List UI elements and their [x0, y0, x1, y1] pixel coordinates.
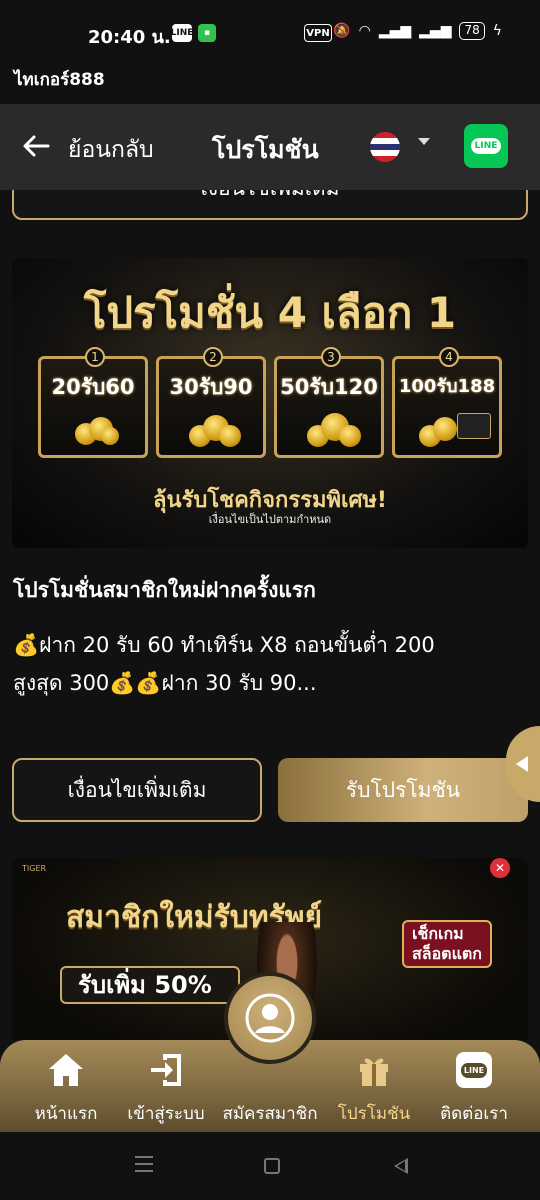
- nav-login[interactable]: เข้าสู่ระบบ: [112, 1050, 220, 1127]
- system-back-icon[interactable]: [394, 1158, 408, 1174]
- option-label: 30รับ90: [169, 375, 253, 399]
- coins-icon: [307, 413, 361, 447]
- login-icon: [112, 1050, 220, 1090]
- promo-option: 1 20รับ60: [38, 347, 148, 458]
- promo-option: 2 30รับ90: [156, 347, 266, 458]
- nav-promotion[interactable]: โปรโมชัน: [320, 1050, 428, 1127]
- promo-banner-4-choose-1[interactable]: โปรโมชั่น 4 เลือก 1 1 20รับ60 2 30รับ90 …: [12, 258, 528, 548]
- coins-icon: [189, 413, 241, 447]
- banner1-title: โปรโมชั่น 4 เลือก 1: [83, 288, 457, 337]
- signal-icon: ▂▄▆: [378, 23, 412, 39]
- line-icon-label: LINE: [460, 1062, 488, 1078]
- option-number: 2: [203, 347, 223, 367]
- promo-description: 💰ฝาก 20 รับ 60 ทำเทิร์น X8 ถอนขั้นต่ำ 20…: [13, 626, 513, 702]
- tiger-logo: TIGER: [22, 864, 47, 873]
- status-icons: 🔕 ◠ ▂▄▆ ▂▄▆ 78 ϟ: [333, 22, 502, 40]
- message-notification-icon: ▪: [198, 24, 216, 42]
- promo-option: 3 50รับ120: [274, 347, 384, 458]
- close-icon[interactable]: ✕: [490, 858, 510, 878]
- status-time: 20:40 น.: [88, 27, 171, 48]
- top-conditions-button[interactable]: เงื่อนไขเพิ่มเติม: [12, 190, 528, 220]
- gift-icon: [320, 1050, 428, 1090]
- register-avatar-button[interactable]: [224, 972, 316, 1064]
- promo-title: โปรโมชั่นสมาชิกใหม่ฝากครั้งแรก: [13, 578, 316, 602]
- status-bar: 20:40 น. LINE ▪ VPN 🔕 ◠ ▂▄▆ ▂▄▆ 78 ϟ: [0, 0, 540, 62]
- promo-desc-line-2: สูงสุด 300💰💰ฝาก 30 รับ 90...: [13, 671, 317, 695]
- option-label: 50รับ120: [280, 375, 378, 399]
- recent-apps-icon[interactable]: [135, 1156, 153, 1177]
- wifi-icon: ◠: [358, 23, 371, 39]
- option-number: 1: [85, 347, 105, 367]
- home-button-icon[interactable]: [264, 1158, 280, 1174]
- page-header: ย้อนกลับ โปรโมชัน LINE: [0, 104, 540, 190]
- nav-contact-label: ติดต่อเรา: [440, 1104, 508, 1124]
- promo-content: เงื่อนไขเพิ่มเติม โปรโมชั่น 4 เลือก 1 1 …: [0, 190, 540, 1040]
- option-label: 100รับ188: [398, 376, 496, 397]
- avatar-icon: [245, 993, 295, 1043]
- home-icon: [12, 1050, 120, 1090]
- nav-register-label: สมัครสมาชิก: [222, 1104, 318, 1124]
- promo-option: 4 100รับ188: [392, 347, 502, 458]
- charging-icon: ϟ: [492, 23, 502, 39]
- option-label: 20รับ60: [51, 375, 135, 399]
- nav-promotion-label: โปรโมชัน: [337, 1104, 411, 1124]
- claim-promo-button[interactable]: รับโปรโมชัน: [278, 758, 528, 822]
- conditions-button[interactable]: เงื่อนไขเพิ่มเติม: [12, 758, 262, 822]
- nav-home-label: หน้าแรก: [34, 1104, 98, 1124]
- mute-icon: 🔕: [333, 23, 351, 39]
- promo-desc-line-1: 💰ฝาก 20 รับ 60 ทำเทิร์น X8 ถอนขั้นต่ำ 20…: [13, 633, 435, 657]
- system-nav-bar: [0, 1132, 540, 1200]
- nav-home[interactable]: หน้าแรก: [12, 1050, 120, 1127]
- line-badge-label: LINE: [470, 138, 502, 154]
- banner1-small-text: เงื่อนไขเป็นไปตามกำหนด: [208, 513, 332, 526]
- thai-flag-icon[interactable]: [370, 132, 400, 162]
- line-notification-icon: LINE: [171, 24, 193, 42]
- site-title: ไทเกอร์888: [14, 70, 105, 90]
- signal-icon-2: ▂▄▆: [419, 23, 452, 39]
- line-icon: LINE: [420, 1050, 528, 1090]
- coins-icon: [71, 413, 121, 447]
- option-number: 4: [439, 347, 459, 367]
- nav-contact[interactable]: LINE ติดต่อเรา: [420, 1050, 528, 1127]
- nav-login-label: เข้าสู่ระบบ: [127, 1104, 205, 1124]
- back-arrow-icon[interactable]: [20, 130, 52, 162]
- slot-check-badge: เช็กเกม สล็อตแตก: [402, 920, 492, 968]
- slot-badge-line-1: เช็กเกม: [412, 924, 464, 943]
- coins-icon: [419, 413, 491, 447]
- vpn-icon: VPN: [304, 24, 332, 42]
- battery-icon: 78: [459, 22, 485, 40]
- slot-badge-line-2: สล็อตแตก: [412, 944, 482, 963]
- option-number: 3: [321, 347, 341, 367]
- language-dropdown-icon[interactable]: [418, 138, 430, 145]
- back-button[interactable]: ย้อนกลับ: [68, 132, 154, 168]
- page-title: โปรโมชัน: [212, 135, 319, 164]
- line-contact-button[interactable]: LINE: [464, 124, 508, 168]
- bonus-pill: รับเพิ่ม 50%: [60, 966, 240, 1004]
